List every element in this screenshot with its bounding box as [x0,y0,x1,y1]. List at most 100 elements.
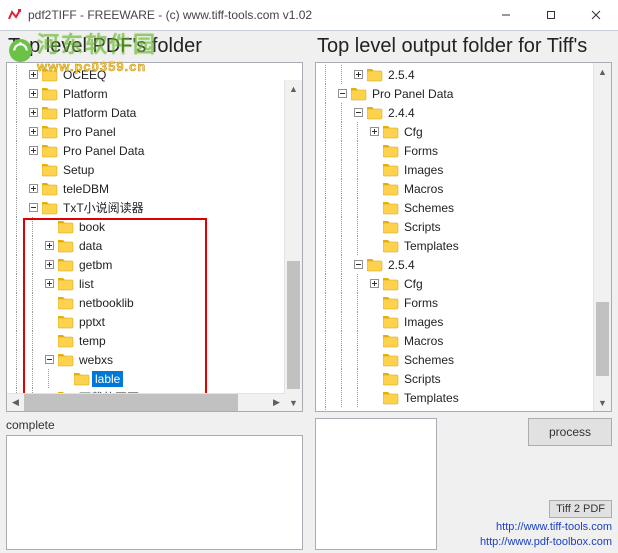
tree-item[interactable]: Schemes [318,350,594,369]
tree-item[interactable]: Pro Panel [9,122,285,141]
tree-expander[interactable] [41,352,57,368]
tree-expander[interactable] [350,67,366,83]
tree-expander[interactable] [25,200,41,216]
tree-item-label[interactable]: Setup [369,409,406,412]
tiff2pdf-button[interactable]: Tiff 2 PDF [549,500,612,518]
scroll-thumb[interactable] [596,302,609,376]
tree-item[interactable]: Templates [318,388,594,407]
tree-item[interactable]: Images [318,160,594,179]
tree-item-label[interactable]: Images [401,314,446,330]
tree-item-label[interactable]: Forms [401,143,441,159]
tree-item-label[interactable]: book [76,219,108,235]
tree-item[interactable]: Setup [9,160,285,179]
tree-item-label[interactable]: 2.5.4 [385,67,418,83]
tiff-tools-link[interactable]: http://www.tiff-tools.com [496,521,612,533]
tree-item[interactable]: Scripts [318,217,594,236]
tree-item[interactable]: Macros [318,179,594,198]
scroll-track[interactable] [285,97,302,394]
tree-item[interactable]: temp [9,331,285,350]
log-output-box[interactable] [6,435,303,550]
scroll-up-button[interactable]: ▲ [285,80,302,97]
tree-expander[interactable] [366,124,382,140]
tree-item[interactable]: webxs [9,350,285,369]
tree-item-label[interactable]: Pro Panel Data [60,143,147,159]
tree-item-label[interactable]: list [76,276,97,292]
tree-item-label[interactable]: Pro Panel Data [369,86,456,102]
tree-item-label[interactable]: Macros [401,333,446,349]
tree-item[interactable]: 2.5.4 [318,65,594,84]
tree-item-label[interactable]: 2.5.4 [385,257,418,273]
right-tree[interactable]: 2.5.4 Pro Panel Data 2.4.4 Cfg Forms Images Ma… [315,62,612,412]
scroll-right-button[interactable]: ▶ [268,394,285,411]
tree-item[interactable]: Setup [318,407,594,411]
tree-item-label[interactable]: Scripts [401,219,444,235]
tree-expander[interactable] [25,105,41,121]
tree-item[interactable]: Pro Panel Data [9,141,285,160]
scroll-up-button[interactable]: ▲ [594,63,611,80]
tree-item[interactable]: 2.5.4 [318,255,594,274]
tree-expander[interactable] [25,181,41,197]
tree-item-label[interactable]: Setup [60,162,97,178]
tree-item-label[interactable]: Schemes [401,352,457,368]
tree-item-label[interactable]: webxs [76,352,116,368]
tree-item[interactable]: Macros [318,331,594,350]
tree-item-label[interactable]: OCEEQ [60,67,109,83]
right-vertical-scrollbar[interactable]: ▲ ▼ [593,63,611,411]
tree-item-label[interactable]: temp [76,333,109,349]
tree-item[interactable]: lable [9,369,285,388]
tree-item[interactable]: book [9,217,285,236]
tree-expander[interactable] [25,67,41,83]
window-close-button[interactable] [573,0,618,30]
tree-item[interactable]: Schemes [318,198,594,217]
pdf-toolbox-link[interactable]: http://www.pdf-toolbox.com [480,536,612,548]
tree-expander[interactable] [334,409,350,412]
tree-item-label[interactable]: Scripts [401,371,444,387]
tree-item-label[interactable]: Images [401,162,446,178]
tree-item[interactable]: Platform [9,84,285,103]
scroll-thumb[interactable] [24,394,238,411]
tree-item[interactable]: Forms [318,293,594,312]
tree-item[interactable]: Images [318,312,594,331]
tree-item-label[interactable]: lable [92,371,123,387]
tree-expander[interactable] [334,86,350,102]
window-maximize-button[interactable] [528,0,573,30]
tree-item-label[interactable]: Pro Panel [60,124,119,140]
left-horizontal-scrollbar[interactable]: ◀ ▶ [7,393,285,411]
tree-item-label[interactable]: pptxt [76,314,108,330]
tree-item[interactable]: Forms [318,141,594,160]
tree-item[interactable]: Templates [318,236,594,255]
scroll-down-button[interactable]: ▼ [285,394,302,411]
tree-item-label[interactable]: Schemes [401,200,457,216]
process-button[interactable]: process [528,418,612,446]
scroll-track[interactable] [594,80,611,394]
tree-expander[interactable] [41,257,57,273]
tree-item[interactable]: Scripts [318,369,594,388]
tree-item-label[interactable]: Cfg [401,124,426,140]
tree-expander[interactable] [25,124,41,140]
tree-item-label[interactable]: Macros [401,181,446,197]
tree-item-label[interactable]: data [76,238,105,254]
tree-item[interactable]: TxT小说阅读器 [9,198,285,217]
tree-item-label[interactable]: getbm [76,257,115,273]
tree-expander[interactable] [350,105,366,121]
tree-item-label[interactable]: Forms [401,295,441,311]
tree-item-label[interactable]: TxT小说阅读器 [60,198,147,217]
tree-item[interactable]: data [9,236,285,255]
scroll-down-button[interactable]: ▼ [594,394,611,411]
tree-item[interactable]: list [9,274,285,293]
tree-item[interactable]: Pro Panel Data [318,84,594,103]
tree-item[interactable]: netbooklib [9,293,285,312]
left-tree[interactable]: OCEEQPlatformPlatform DataPro PanelPro P… [6,62,303,412]
tree-item[interactable]: Cfg [318,122,594,141]
tree-item-label[interactable]: Cfg [401,276,426,292]
tree-item[interactable]: Cfg [318,274,594,293]
tree-item-label[interactable]: Platform [60,86,111,102]
tree-item-label[interactable]: 2.4.4 [385,105,418,121]
tree-item[interactable]: getbm [9,255,285,274]
tree-item[interactable]: pptxt [9,312,285,331]
tree-expander[interactable] [41,238,57,254]
scroll-track[interactable] [24,394,268,411]
tree-item-label[interactable]: Templates [401,390,462,406]
tree-item[interactable]: teleDBM [9,179,285,198]
tree-item-label[interactable]: netbooklib [76,295,137,311]
